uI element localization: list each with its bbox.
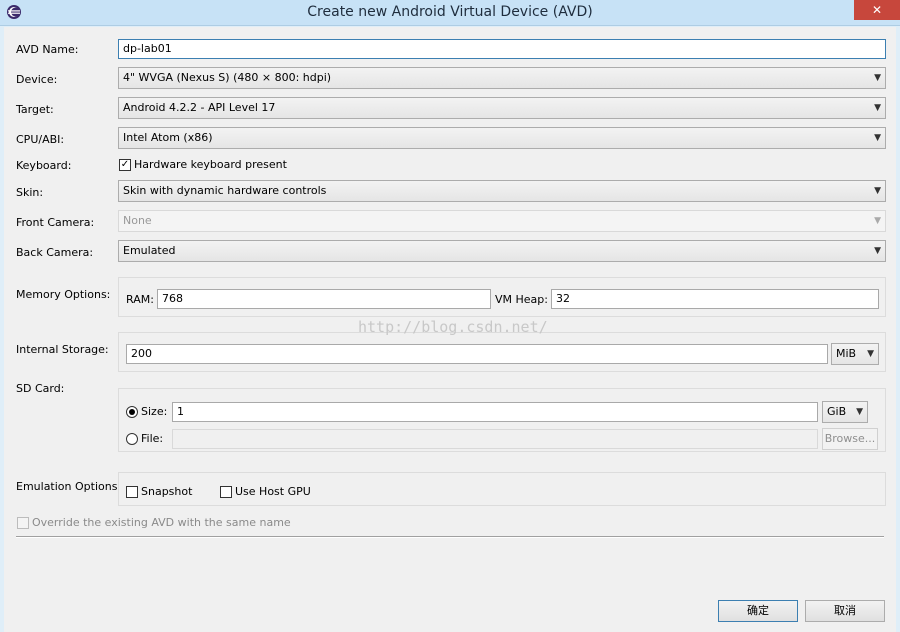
vm-heap-label: VM Heap: <box>495 293 548 306</box>
target-value: Android 4.2.2 - API Level 17 <box>123 101 276 114</box>
chevron-down-icon: ▼ <box>874 246 881 256</box>
sd-file-input <box>172 429 818 449</box>
chevron-down-icon: ▼ <box>874 73 881 83</box>
internal-storage-unit-select[interactable]: MiB ▼ <box>831 343 879 365</box>
device-label: Device: <box>16 73 58 86</box>
front-camera-label: Front Camera: <box>16 216 95 229</box>
chevron-down-icon: ▼ <box>874 133 881 143</box>
memory-options-group: RAM: 768 VM Heap: 32 <box>118 277 886 317</box>
sd-size-label: Size: <box>141 405 168 418</box>
front-camera-select: None ▼ <box>118 210 886 232</box>
watermark: http://blog.csdn.net/ <box>358 318 548 336</box>
skin-label: Skin: <box>16 186 44 199</box>
sd-size-radio[interactable] <box>126 406 138 418</box>
emulation-options-group: Snapshot Use Host GPU <box>118 472 886 506</box>
use-host-gpu-checkbox[interactable] <box>220 486 232 498</box>
cancel-button[interactable]: 取消 <box>805 600 885 622</box>
sd-card-group: Size: 1 GiB ▼ File: Browse... <box>118 388 886 452</box>
override-label: Override the existing AVD with the same … <box>32 516 291 529</box>
vm-heap-input[interactable]: 32 <box>551 289 879 309</box>
browse-button: Browse... <box>822 428 878 450</box>
separator <box>16 536 884 538</box>
sd-size-unit-select[interactable]: GiB ▼ <box>822 401 868 423</box>
keyboard-checkbox[interactable]: ✓ <box>119 159 131 171</box>
internal-storage-label: Internal Storage: <box>16 343 109 356</box>
snapshot-label: Snapshot <box>141 485 193 498</box>
emulation-options-label: Emulation Options: <box>16 480 122 493</box>
cpu-abi-select[interactable]: Intel Atom (x86) ▼ <box>118 127 886 149</box>
ram-input[interactable]: 768 <box>157 289 491 309</box>
chevron-down-icon: ▼ <box>874 186 881 196</box>
chevron-down-icon: ▼ <box>874 103 881 113</box>
ok-button[interactable]: 确定 <box>718 600 798 622</box>
skin-value: Skin with dynamic hardware controls <box>123 184 327 197</box>
memory-options-label: Memory Options: <box>16 288 111 301</box>
avd-name-input[interactable]: dp-lab01 <box>118 39 886 59</box>
cpu-abi-value: Intel Atom (x86) <box>123 131 213 144</box>
sd-size-input[interactable]: 1 <box>172 402 818 422</box>
back-camera-label: Back Camera: <box>16 246 94 259</box>
keyboard-option-label: Hardware keyboard present <box>134 158 287 171</box>
cpu-abi-label: CPU/ABI: <box>16 133 65 146</box>
title-bar: Create new Android Virtual Device (AVD) … <box>0 0 900 26</box>
device-value: 4" WVGA (Nexus S) (480 × 800: hdpi) <box>123 71 332 84</box>
internal-storage-input[interactable]: 200 <box>126 344 828 364</box>
sd-size-unit: GiB <box>827 405 847 418</box>
front-camera-value: None <box>123 214 152 227</box>
internal-storage-unit: MiB <box>836 347 857 360</box>
target-label: Target: <box>16 103 54 116</box>
avd-dialog: Create new Android Virtual Device (AVD) … <box>0 0 900 632</box>
target-select[interactable]: Android 4.2.2 - API Level 17 ▼ <box>118 97 886 119</box>
sd-file-label: File: <box>141 432 164 445</box>
snapshot-checkbox[interactable] <box>126 486 138 498</box>
sd-file-radio[interactable] <box>126 433 138 445</box>
back-camera-select[interactable]: Emulated ▼ <box>118 240 886 262</box>
window-title: Create new Android Virtual Device (AVD) <box>307 4 593 20</box>
ram-label: RAM: <box>126 293 154 306</box>
skin-select[interactable]: Skin with dynamic hardware controls ▼ <box>118 180 886 202</box>
avd-name-label: AVD Name: <box>16 43 79 56</box>
override-checkbox <box>17 517 29 529</box>
internal-storage-group: 200 MiB ▼ <box>118 332 886 372</box>
use-host-gpu-label: Use Host GPU <box>235 485 311 498</box>
close-button[interactable]: ✕ <box>854 0 900 20</box>
keyboard-label: Keyboard: <box>16 159 72 172</box>
dialog-content: AVD Name: dp-lab01 Device: 4" WVGA (Nexu… <box>4 27 896 632</box>
sd-card-label: SD Card: <box>16 382 65 395</box>
chevron-down-icon: ▼ <box>867 349 874 359</box>
back-camera-value: Emulated <box>123 244 176 257</box>
chevron-down-icon: ▼ <box>874 216 881 226</box>
chevron-down-icon: ▼ <box>856 407 863 417</box>
device-select[interactable]: 4" WVGA (Nexus S) (480 × 800: hdpi) ▼ <box>118 67 886 89</box>
